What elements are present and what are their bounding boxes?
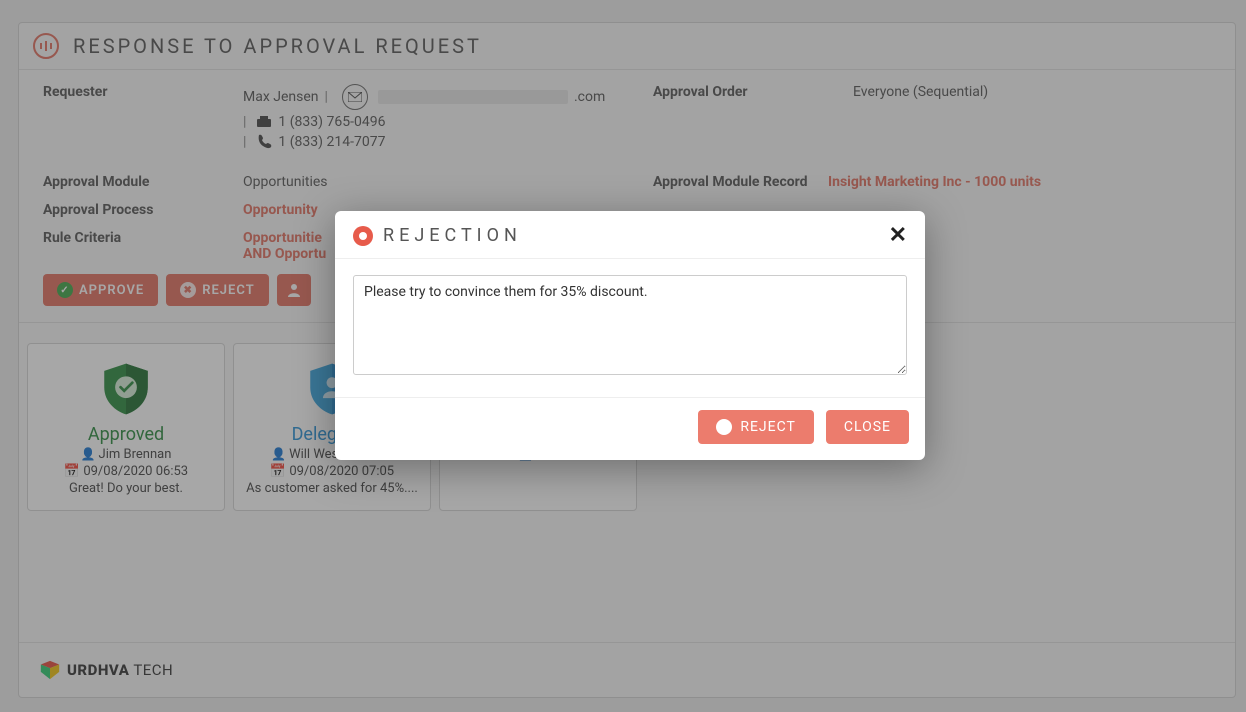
modal-close-button[interactable]: ✕: [889, 223, 907, 248]
modal-title: REJECTION: [353, 225, 522, 246]
rejection-icon: [353, 226, 373, 246]
modal-close-btn[interactable]: CLOSE: [826, 410, 909, 444]
rejection-modal: REJECTION ✕ REJECT CLOSE: [335, 211, 925, 460]
modal-reject-button[interactable]: REJECT: [698, 410, 814, 444]
rejection-reason-input[interactable]: [353, 275, 907, 375]
reject-icon: [716, 419, 732, 435]
